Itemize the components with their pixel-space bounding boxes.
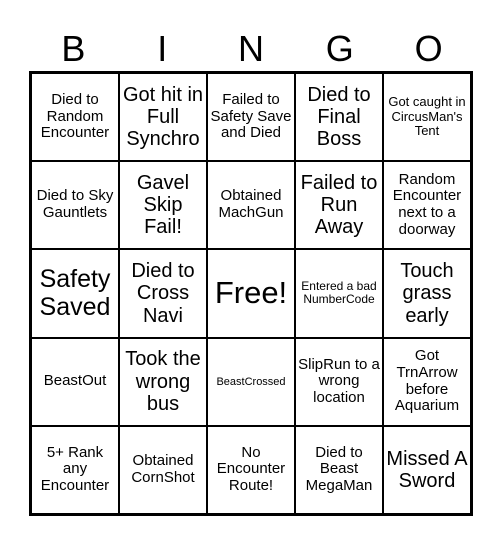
bingo-cell[interactable]: Gavel Skip Fail! (119, 161, 207, 250)
bingo-cell[interactable]: Died to Final Boss (295, 73, 383, 162)
bingo-cell[interactable]: 5+ Rank any Encounter (31, 425, 119, 514)
header-letter-i: I (157, 28, 168, 69)
bingo-header: B I N G O (29, 26, 473, 71)
bingo-cell[interactable]: BeastOut (31, 337, 119, 426)
bingo-cell[interactable]: Failed to Run Away (295, 161, 383, 250)
bingo-cell[interactable]: Got TrnArrow before Aquarium (383, 337, 471, 426)
header-letter-n: N (237, 28, 264, 69)
bingo-cell[interactable]: Safety Saved (31, 249, 119, 338)
bingo-cell[interactable]: BeastCrossed (207, 337, 295, 426)
bingo-cell[interactable]: Failed to Safety Save and Died (207, 73, 295, 162)
bingo-cell[interactable]: Touch grass early (383, 249, 471, 338)
bingo-cell[interactable]: Obtained CornShot (119, 425, 207, 514)
bingo-cell[interactable]: Died to Cross Navi (119, 249, 207, 338)
header-letter-g: G (325, 28, 354, 69)
bingo-cell[interactable]: Died to Beast MegaMan (295, 425, 383, 514)
bingo-cell[interactable]: Died to Random Encounter (31, 73, 119, 162)
bingo-cell[interactable]: Random Encounter next to a doorway (383, 161, 471, 250)
bingo-cell[interactable]: Missed A Sword (383, 425, 471, 514)
bingo-cell[interactable]: Died to Sky Gauntlets (31, 161, 119, 250)
bingo-cell[interactable]: Obtained MachGun (207, 161, 295, 250)
bingo-cell[interactable]: Got caught in CircusMan's Tent (383, 73, 471, 162)
bingo-cell[interactable]: Got hit in Full Synchro (119, 73, 207, 162)
bingo-cell[interactable]: SlipRun to a wrong location (295, 337, 383, 426)
bingo-cell[interactable]: Entered a bad NumberCode (295, 249, 383, 338)
header-letter-o: O (414, 28, 443, 69)
bingo-free-cell[interactable]: Free! (207, 249, 295, 338)
bingo-cell[interactable]: No Encounter Route! (207, 425, 295, 514)
bingo-cell[interactable]: Took the wrong bus (119, 337, 207, 426)
bingo-card: Died to Random Encounter Got hit in Full… (29, 71, 473, 516)
header-letter-b: B (61, 28, 86, 69)
